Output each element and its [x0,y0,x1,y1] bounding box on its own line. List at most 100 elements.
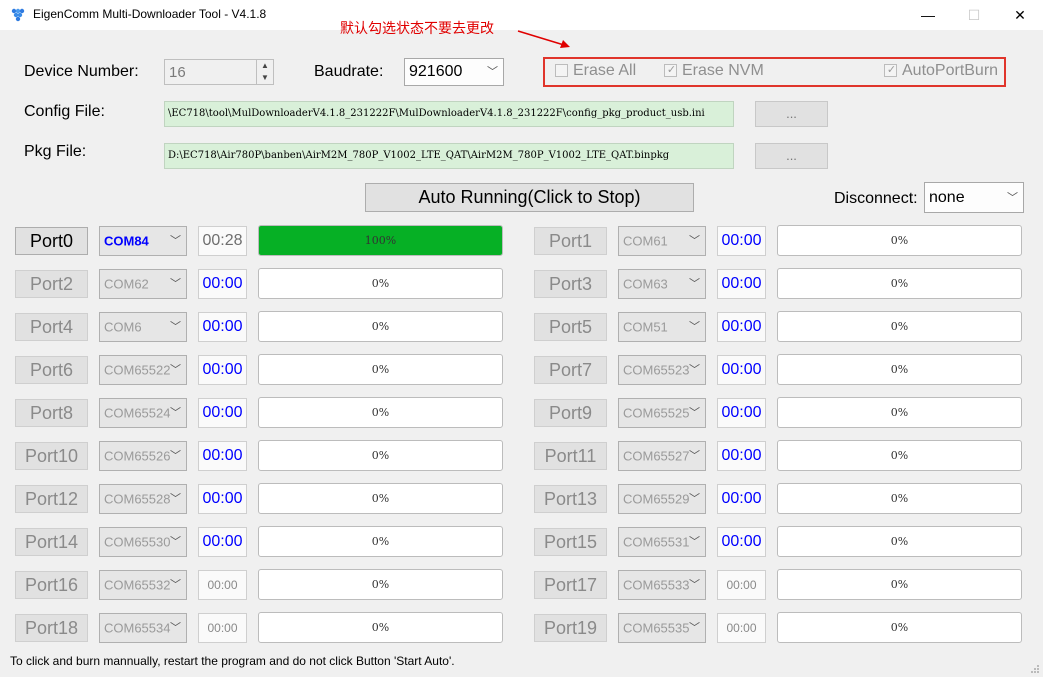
com-port-select[interactable]: COM62 ﹀ [99,269,187,299]
com-port-select[interactable]: COM65525 ﹀ [618,398,706,428]
port-button[interactable]: Port10 [15,442,88,470]
progress-label: 0% [371,406,390,419]
resize-grip-icon[interactable] [1030,664,1040,674]
com-port-select[interactable]: COM51 ﹀ [618,312,706,342]
port-button[interactable]: Port13 [534,485,607,513]
com-port-select[interactable]: COM65535 ﹀ [618,613,706,643]
port-button[interactable]: Port5 [534,313,607,341]
com-port-value: COM62 [104,276,149,292]
com-port-select[interactable]: COM65530 ﹀ [99,527,187,557]
port-button[interactable]: Port2 [15,270,88,298]
erase-nvm-checkbox[interactable]: ✓ [664,64,677,77]
com-port-select[interactable]: COM63 ﹀ [618,269,706,299]
progress-bar: 0% [258,569,503,600]
port-button[interactable]: Port3 [534,270,607,298]
disconnect-select[interactable]: none ﹀ [924,182,1024,213]
com-port-value: COM65527 [623,448,690,464]
close-button[interactable]: ✕ [997,0,1043,30]
com-port-value: COM65531 [623,534,690,550]
com-port-select[interactable]: COM65523 ﹀ [618,355,706,385]
progress-bar: 0% [777,483,1022,514]
com-port-select[interactable]: COM65531 ﹀ [618,527,706,557]
com-port-select[interactable]: COM84 ﹀ [99,226,187,256]
minimize-button[interactable]: — [905,0,951,30]
progress-label: 0% [890,406,909,419]
chevron-down-icon: ﹀ [170,407,181,420]
chevron-down-icon: ﹀ [170,450,181,463]
com-port-select[interactable]: COM65528 ﹀ [99,484,187,514]
progress-bar: 0% [777,225,1022,256]
com-port-value: COM65523 [623,362,690,378]
config-file-label: Config File: [24,103,105,120]
com-port-select[interactable]: COM61 ﹀ [618,226,706,256]
annotation-note: 默认勾选状态不要去更改 [340,21,494,37]
chevron-down-icon: ﹀ [689,536,700,549]
com-port-value: COM6 [104,319,142,335]
port-button[interactable]: Port7 [534,356,607,384]
com-port-value: COM65524 [104,405,171,421]
elapsed-time: 00:00 [198,398,247,428]
port-button[interactable]: Port0 [15,227,88,255]
com-port-select[interactable]: COM65534 ﹀ [99,613,187,643]
progress-bar: 0% [777,354,1022,385]
config-file-field[interactable]: \EC718\tool\MulDownloaderV4.1.8_231222F\… [164,101,734,127]
progress-bar: 0% [777,397,1022,428]
progress-bar: 0% [258,483,503,514]
progress-bar: 100% [258,225,503,256]
com-port-value: COM65526 [104,448,171,464]
config-browse-button[interactable]: ... [755,101,828,127]
elapsed-time: 00:00 [717,441,766,471]
port-button[interactable]: Port4 [15,313,88,341]
eigencomm-logo-icon [11,8,25,22]
annotation-arrow-icon [517,30,570,48]
erase-all-checkbox[interactable] [555,64,568,77]
com-port-select[interactable]: COM65532 ﹀ [99,570,187,600]
com-port-select[interactable]: COM65527 ﹀ [618,441,706,471]
com-port-select[interactable]: COM65529 ﹀ [618,484,706,514]
com-port-select[interactable]: COM6 ﹀ [99,312,187,342]
com-port-select[interactable]: COM65533 ﹀ [618,570,706,600]
port-button[interactable]: Port16 [15,571,88,599]
device-number-stepper[interactable]: 16 ▲ ▼ [164,59,274,85]
elapsed-time: 00:00 [717,269,766,299]
progress-bar: 0% [258,354,503,385]
port-button[interactable]: Port6 [15,356,88,384]
stepper-up-icon[interactable]: ▲ [257,60,273,72]
port-button[interactable]: Port11 [534,442,607,470]
port-button[interactable]: Port8 [15,399,88,427]
port-button[interactable]: Port17 [534,571,607,599]
progress-label: 0% [890,449,909,462]
com-port-value: COM65535 [623,620,690,636]
port-button[interactable]: Port19 [534,614,607,642]
chevron-down-icon: ﹀ [689,278,700,291]
port-button[interactable]: Port14 [15,528,88,556]
com-port-select[interactable]: COM65524 ﹀ [99,398,187,428]
elapsed-time: 00:00 [198,441,247,471]
com-port-value: COM65534 [104,620,171,636]
chevron-down-icon: ﹀ [170,536,181,549]
elapsed-time: 00:00 [717,226,766,256]
progress-bar: 0% [258,268,503,299]
port-button[interactable]: Port15 [534,528,607,556]
pkg-browse-button[interactable]: ... [755,143,828,169]
port-button[interactable]: Port9 [534,399,607,427]
port-button[interactable]: Port1 [534,227,607,255]
com-port-select[interactable]: COM65526 ﹀ [99,441,187,471]
stepper-down-icon[interactable]: ▼ [257,72,273,84]
baudrate-select[interactable]: 921600 ﹀ [404,58,504,86]
port-button[interactable]: Port18 [15,614,88,642]
progress-label: 0% [890,492,909,505]
auto-running-button[interactable]: Auto Running(Click to Stop) [365,183,694,212]
progress-bar: 0% [258,311,503,342]
com-port-select[interactable]: COM65522 ﹀ [99,355,187,385]
device-number-value: 16 [169,64,186,81]
maximize-button[interactable]: ☐ [951,0,997,30]
port-button[interactable]: Port12 [15,485,88,513]
progress-bar: 0% [777,526,1022,557]
chevron-down-icon: ﹀ [1007,191,1018,204]
chevron-down-icon: ﹀ [170,278,181,291]
auto-port-burn-checkbox[interactable]: ✓ [884,64,897,77]
pkg-file-field[interactable]: D:\EC718\Air780P\banben\AirM2M_780P_V100… [164,143,734,169]
stepper-buttons[interactable]: ▲ ▼ [256,60,273,84]
com-port-value: COM65528 [104,491,171,507]
